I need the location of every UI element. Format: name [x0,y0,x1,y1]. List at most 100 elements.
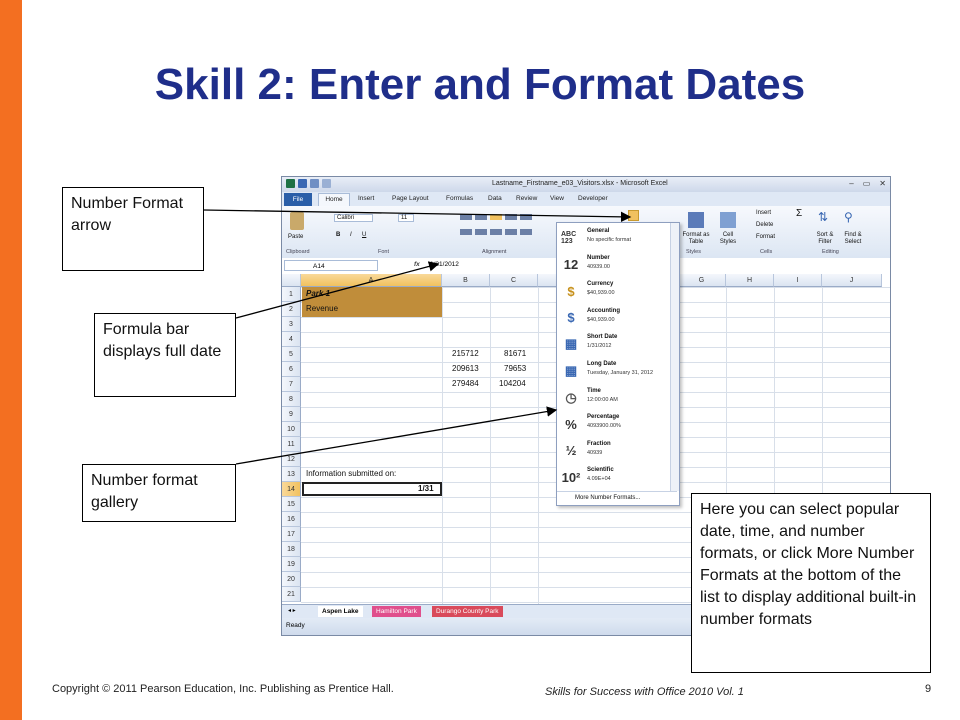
column-header-b[interactable]: B [442,274,490,287]
sheet-tab-durango-county-park[interactable]: Durango County Park [432,606,503,617]
name-box[interactable]: A14 [284,260,378,271]
delete-button[interactable]: Delete [756,222,773,228]
footer-copyright: Copyright © 2011 Pearson Education, Inc.… [52,683,394,695]
cell-a2[interactable]: Revenue [306,304,338,313]
font-name-box[interactable]: Calibri [334,214,374,222]
row-header-7[interactable]: 7 [282,377,301,392]
row-header-16[interactable]: 16 [282,512,301,527]
gallery-scrollbar[interactable] [670,223,679,491]
cell-b5[interactable]: 215712 [452,349,479,358]
gallery-item-scientific[interactable]: 10² Scientific 4.09E+04 [557,464,675,490]
gallery-item-name: Percentage [587,414,620,421]
row-header-13[interactable]: 13 [282,467,301,482]
row-header-18[interactable]: 18 [282,542,301,557]
tab-review[interactable]: Review [516,195,537,202]
redo-icon[interactable] [322,179,331,188]
column-header-h[interactable]: H [726,274,774,287]
tab-data[interactable]: Data [488,195,502,202]
maximize-icon[interactable]: ▭ [863,179,871,188]
row-header-19[interactable]: 19 [282,557,301,572]
row-header-21[interactable]: 21 [282,587,301,602]
cell-c6[interactable]: 79653 [504,364,526,373]
underline-button[interactable]: U [362,232,366,238]
row-header-1[interactable]: 1 [282,287,301,302]
close-icon[interactable]: ✕ [879,179,886,188]
gallery-item-general[interactable]: ABC 123 General No specific format [557,225,675,251]
tab-developer[interactable]: Developer [578,195,608,202]
row-header-17[interactable]: 17 [282,527,301,542]
tab-home[interactable]: Home [318,193,350,207]
row-header-11[interactable]: 11 [282,437,301,452]
group-clipboard: Clipboard [286,249,310,255]
cell-a13[interactable]: Information submitted on: [306,469,396,478]
column-header-i[interactable]: I [774,274,822,287]
cell-b6[interactable]: 209613 [452,364,479,373]
cell-c7[interactable]: 104204 [499,379,526,388]
more-number-formats-link[interactable]: More Number Formats... [557,491,677,504]
sheet-nav-icon[interactable]: ◂ ▸ [284,606,300,617]
gallery-item-number[interactable]: 12 Number 40939.00 [557,252,675,278]
row-header-8[interactable]: 8 [282,392,301,407]
undo-icon[interactable] [310,179,319,188]
gallery-item-name: Scientific [587,467,614,474]
scientific-icon: 10² [561,469,581,485]
formula-value[interactable]: 1/31/2012 [430,261,459,268]
gallery-item-currency[interactable]: $ Currency $40,939.00 [557,278,675,304]
row-header-5[interactable]: 5 [282,347,301,362]
font-size-box[interactable]: 11 [398,214,415,222]
group-editing: Editing [822,249,839,255]
format-button[interactable]: Format [756,234,775,240]
row-header-6[interactable]: 6 [282,362,301,377]
row-header-20[interactable]: 20 [282,572,301,587]
alignment-buttons[interactable] [460,214,540,240]
row-header-9[interactable]: 9 [282,407,301,422]
row-header-15[interactable]: 15 [282,497,301,512]
select-all-corner[interactable] [282,274,301,287]
tab-formulas[interactable]: Formulas [446,195,473,202]
sheet-tab-aspen-lake[interactable]: Aspen Lake [318,606,363,617]
cell-a14[interactable]: 1/31 [418,484,434,493]
tab-page-layout[interactable]: Page Layout [392,195,429,202]
row-header-4[interactable]: 4 [282,332,301,347]
italic-button[interactable]: I [350,232,352,238]
gallery-item-sample: 40939 [587,449,603,456]
cell-a1[interactable]: Park 1 [306,289,330,298]
save-icon[interactable] [298,179,307,188]
bold-button[interactable]: B [336,232,340,238]
autosum-icon[interactable]: Σ [796,208,802,219]
tab-insert[interactable]: Insert [358,195,374,202]
cell-styles-button[interactable]: Cell Styles [714,232,742,246]
short-date-icon: ▦ [564,336,578,352]
gallery-item-percentage[interactable]: % Percentage 4093900.00% [557,411,675,437]
sort-filter-button[interactable]: Sort & Filter [812,232,838,246]
tab-view[interactable]: View [550,195,564,202]
cell-c5[interactable]: 81671 [504,349,526,358]
minimize-icon[interactable]: – [849,179,853,188]
row-header-2[interactable]: 2 [282,302,301,317]
sheet-tab-hamilton-park[interactable]: Hamilton Park [372,606,421,617]
paste-button[interactable]: Paste [288,234,303,240]
row-header-3[interactable]: 3 [282,317,301,332]
column-header-c[interactable]: C [490,274,538,287]
find-select-button[interactable]: Find & Select [840,232,866,246]
gallery-item-sample: Tuesday, January 31, 2012 [587,370,654,376]
row-header-10[interactable]: 10 [282,422,301,437]
gallery-item-time[interactable]: ◷ Time 12:00:00 AM [557,385,675,411]
gallery-item-accounting[interactable]: $ Accounting $40,939.00 [557,305,675,331]
column-header-j[interactable]: J [822,274,882,287]
tab-file[interactable]: File [284,193,312,206]
insert-button[interactable]: Insert [756,210,771,216]
row-header-14[interactable]: 14 [282,482,301,497]
gallery-item-fraction[interactable]: ½ Fraction 40939 [557,438,675,464]
fx-icon[interactable]: fx [414,261,420,268]
column-header-a[interactable]: A [301,274,442,287]
format-as-table-button[interactable]: Format as Table [680,232,712,246]
column-header-g[interactable]: G [678,274,726,287]
number-format-gallery[interactable]: ABC 123 General No specific format 12 Number… [556,222,680,506]
cell-b7[interactable]: 279484 [452,379,479,388]
row-header-12[interactable]: 12 [282,452,301,467]
gallery-item-short-date[interactable]: ▦ Short Date 1/31/2012 [557,331,675,357]
callout-formula-bar: Formula bar displays full date [94,313,236,397]
gallery-item-long-date[interactable]: ▦ Long Date Tuesday, January 31, 2012 [557,358,675,384]
number-format-arrow[interactable] [628,210,639,221]
